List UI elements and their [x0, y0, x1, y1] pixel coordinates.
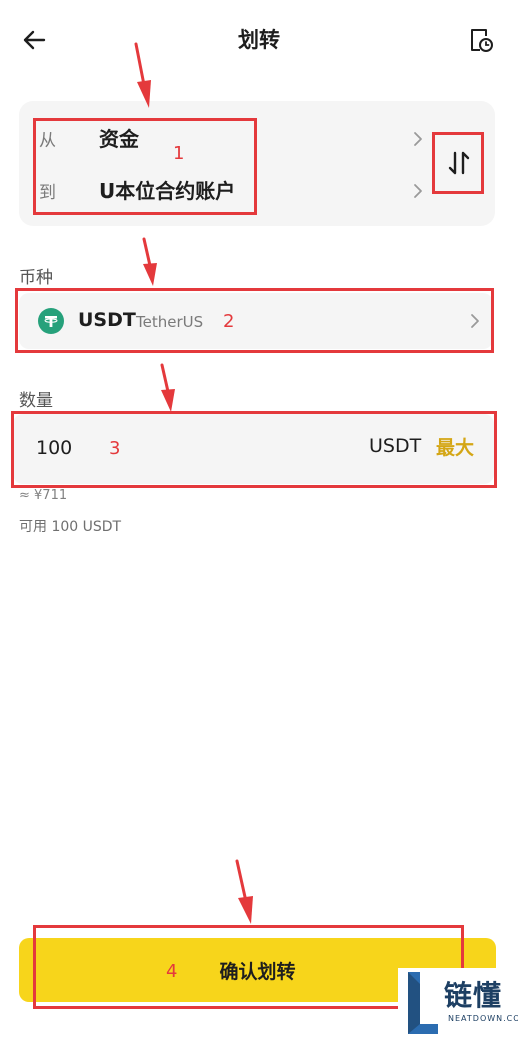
tether-logo-icon	[38, 308, 64, 334]
amount-section-label: 数量	[19, 391, 53, 411]
watermark-subtext: NEATDOWN.COM	[448, 1014, 518, 1023]
coin-section-label: 币种	[19, 268, 53, 288]
amount-field: USDT 最大	[13, 414, 494, 484]
coin-symbol: USDT	[78, 309, 136, 331]
transfer-page: 划转 从 资金 到 U本位合约账户 币种 USDT TetherUS 数量 10…	[0, 0, 518, 1038]
from-account-value: 资金	[99, 127, 139, 151]
fiat-estimate: ≈ ¥711	[19, 488, 68, 503]
swap-vertical-icon[interactable]	[441, 141, 477, 185]
coin-selector[interactable]: USDT TetherUS	[19, 293, 493, 349]
annotation-arrow-icon	[235, 859, 253, 924]
neatdown-logo-icon	[408, 972, 438, 1034]
from-account-selector[interactable]: 从 资金	[19, 119, 429, 159]
available-balance: 可用 100 USDT	[19, 519, 122, 535]
chevron-right-icon	[414, 132, 422, 146]
to-label: 到	[39, 183, 56, 203]
amount-unit: USDT	[369, 435, 422, 457]
history-icon[interactable]	[468, 27, 494, 53]
coin-full-name: TetherUS	[136, 313, 204, 331]
to-account-value: U本位合约账户	[99, 179, 236, 203]
to-account-selector[interactable]: 到 U本位合约账户	[19, 171, 429, 211]
annotation-arrow-icon	[142, 237, 157, 286]
from-label: 从	[39, 131, 56, 151]
amount-input[interactable]	[36, 430, 336, 466]
transfer-accounts-card: 从 资金 到 U本位合约账户	[19, 101, 495, 226]
annotation-arrow-icon	[160, 363, 175, 412]
chevron-right-icon	[471, 314, 479, 328]
max-button[interactable]: 最大	[436, 433, 474, 460]
page-title: 划转	[238, 28, 280, 52]
chevron-right-icon	[414, 184, 422, 198]
watermark-text: 链懂	[444, 979, 503, 1012]
neatdown-watermark: 链懂 NEATDOWN.COM	[398, 968, 518, 1038]
